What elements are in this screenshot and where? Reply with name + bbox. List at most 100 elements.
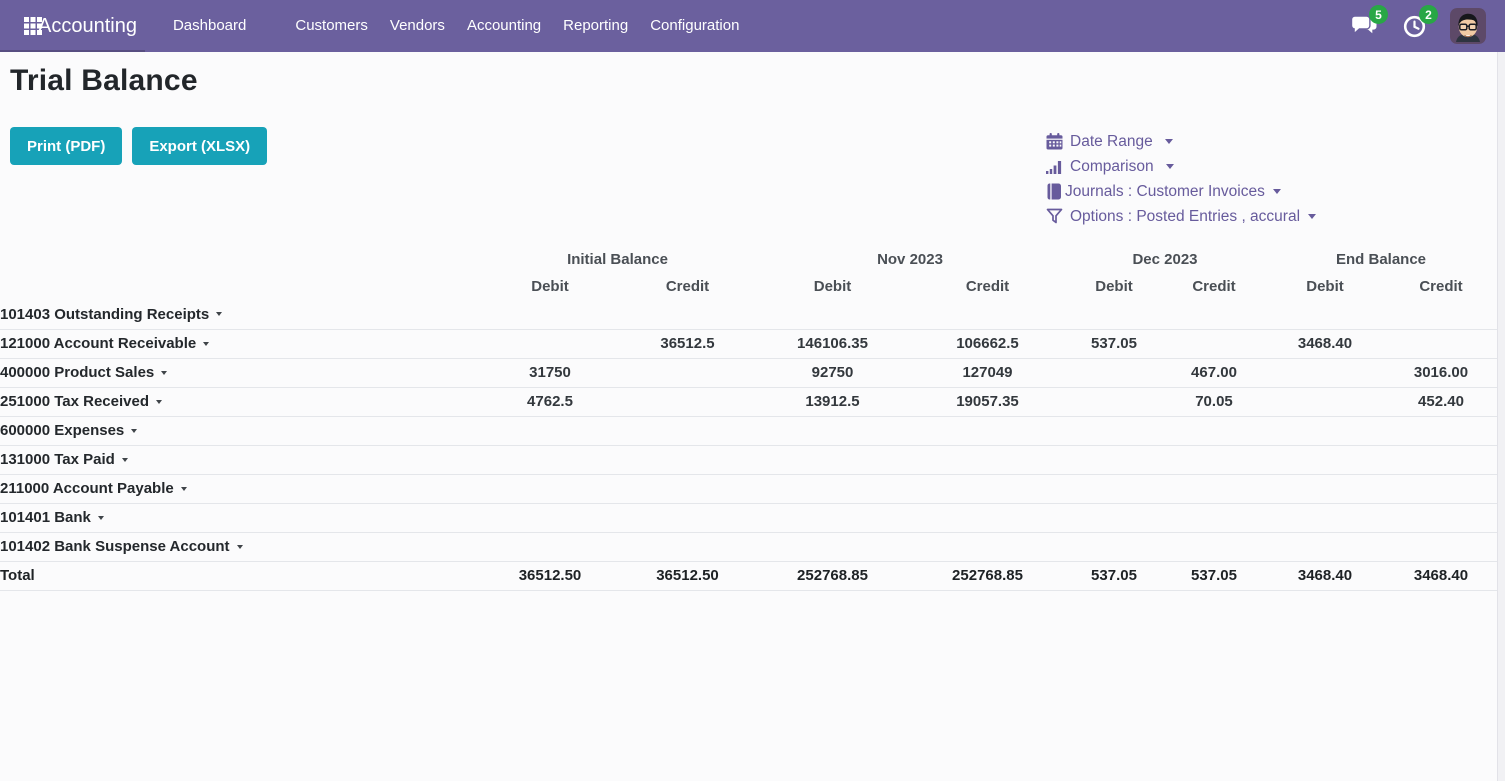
- value-cell: [620, 503, 755, 532]
- account-dropdown[interactable]: 600000 Expenses: [0, 422, 137, 439]
- chevron-down-icon: [131, 429, 137, 433]
- value-cell: [620, 474, 755, 503]
- value-cell: 4762.5: [480, 387, 620, 416]
- value-cell: 146106.35: [755, 329, 910, 358]
- nav-item-customers[interactable]: Customers: [284, 0, 379, 52]
- value-cell: 13912.5: [755, 387, 910, 416]
- table-row: 251000 Tax Received 4762.5 13912.5 19057…: [0, 387, 1497, 416]
- account-dropdown[interactable]: 251000 Tax Received: [0, 393, 162, 410]
- account-name: 211000 Account Payable: [0, 480, 174, 497]
- account-dropdown[interactable]: 101401 Bank: [0, 509, 104, 526]
- account-dropdown[interactable]: 400000 Product Sales: [0, 364, 167, 381]
- value-cell: [1163, 474, 1265, 503]
- table-row: 121000 Account Receivable 36512.5 146106…: [0, 329, 1497, 358]
- nav-item-configuration[interactable]: Configuration: [639, 0, 750, 52]
- value-cell: [620, 300, 755, 329]
- scrollbar[interactable]: [1497, 52, 1505, 781]
- value-cell: [1265, 474, 1385, 503]
- value-cell: [480, 329, 620, 358]
- chevron-down-icon: [122, 458, 128, 462]
- account-dropdown[interactable]: 211000 Account Payable: [0, 480, 187, 497]
- chevron-down-icon: [181, 487, 187, 491]
- value-cell: [1163, 300, 1265, 329]
- account-dropdown[interactable]: 101402 Bank Suspense Account: [0, 538, 243, 555]
- value-cell: 3468.40: [1265, 329, 1385, 358]
- value-cell: [1163, 445, 1265, 474]
- app-brand[interactable]: Accounting: [0, 15, 137, 38]
- filter-date-range[interactable]: Date Range: [1046, 129, 1316, 154]
- value-cell: [480, 503, 620, 532]
- table-row: 101401 Bank: [0, 503, 1497, 532]
- value-cell: [1065, 358, 1163, 387]
- table-row: 211000 Account Payable: [0, 474, 1497, 503]
- nav-item-vendors[interactable]: Vendors: [379, 0, 456, 52]
- value-cell: [480, 445, 620, 474]
- filter-comparison[interactable]: Comparison: [1046, 154, 1316, 179]
- value-cell: [755, 416, 910, 445]
- value-cell: [620, 532, 755, 561]
- value-cell: [620, 416, 755, 445]
- value-cell: [1163, 416, 1265, 445]
- value-cell: 92750: [755, 358, 910, 387]
- account-name: 251000 Tax Received: [0, 393, 149, 410]
- column-header-debit: Debit: [755, 273, 910, 300]
- value-cell: [910, 416, 1065, 445]
- value-cell: [755, 445, 910, 474]
- filter-options[interactable]: Options : Posted Entries , accural: [1046, 204, 1316, 229]
- total-value-cell: 3468.40: [1265, 561, 1385, 590]
- value-cell: [620, 387, 755, 416]
- account-dropdown[interactable]: 101403 Outstanding Receipts: [0, 306, 222, 323]
- activities-button[interactable]: 2: [1400, 12, 1428, 40]
- report-filters: Date Range Comparison Jo: [1046, 129, 1316, 229]
- chevron-down-icon: [161, 371, 167, 375]
- value-cell: [1385, 474, 1497, 503]
- user-avatar[interactable]: [1450, 8, 1486, 44]
- print-pdf-button[interactable]: Print (PDF): [10, 127, 122, 165]
- value-cell: [1065, 445, 1163, 474]
- value-cell: [1265, 445, 1385, 474]
- filter-journals[interactable]: Journals : Customer Invoices: [1046, 179, 1316, 204]
- value-cell: [755, 503, 910, 532]
- value-cell: 19057.35: [910, 387, 1065, 416]
- value-cell: [910, 445, 1065, 474]
- value-cell: [755, 300, 910, 329]
- value-cell: 36512.5: [620, 329, 755, 358]
- nav-item-dashboard[interactable]: Dashboard: [162, 0, 257, 52]
- nav-item-accounting[interactable]: Accounting: [456, 0, 552, 52]
- trial-balance-table: Initial Balance Nov 2023 Dec 2023 End Ba…: [0, 246, 1497, 591]
- value-cell: 31750: [480, 358, 620, 387]
- value-cell: [1065, 416, 1163, 445]
- value-cell: [1385, 445, 1497, 474]
- filter-date-range-label: Date Range: [1070, 133, 1153, 151]
- account-column-header: [0, 246, 480, 273]
- messages-button[interactable]: 5: [1350, 12, 1378, 40]
- bar-chart-icon: [1046, 160, 1063, 174]
- chevron-down-icon: [156, 400, 162, 404]
- total-value-cell: 36512.50: [480, 561, 620, 590]
- value-cell: [910, 474, 1065, 503]
- column-header-credit: Credit: [910, 273, 1065, 300]
- account-dropdown[interactable]: 121000 Account Receivable: [0, 335, 209, 352]
- content-area: Trial Balance Print (PDF) Export (XLSX) …: [0, 52, 1505, 781]
- value-cell: [1265, 387, 1385, 416]
- chevron-down-icon: [237, 545, 243, 549]
- value-cell: [755, 532, 910, 561]
- export-xlsx-button[interactable]: Export (XLSX): [132, 127, 267, 165]
- filter-journals-label: Journals : Customer Invoices: [1065, 183, 1265, 201]
- filter-comparison-label: Comparison: [1070, 158, 1154, 176]
- value-cell: [1065, 532, 1163, 561]
- total-value-cell: 537.05: [1163, 561, 1265, 590]
- value-cell: [480, 300, 620, 329]
- value-cell: [1065, 300, 1163, 329]
- value-cell: [1265, 358, 1385, 387]
- account-name: 400000 Product Sales: [0, 364, 154, 381]
- table-row: 600000 Expenses: [0, 416, 1497, 445]
- chevron-down-icon: [216, 312, 222, 316]
- column-header-credit: Credit: [1163, 273, 1265, 300]
- account-dropdown[interactable]: 131000 Tax Paid: [0, 451, 128, 468]
- chevron-down-icon: [1308, 214, 1316, 219]
- nav-item-reporting[interactable]: Reporting: [552, 0, 639, 52]
- value-cell: [1385, 503, 1497, 532]
- table-row: 101402 Bank Suspense Account: [0, 532, 1497, 561]
- column-header-credit: Credit: [1385, 273, 1497, 300]
